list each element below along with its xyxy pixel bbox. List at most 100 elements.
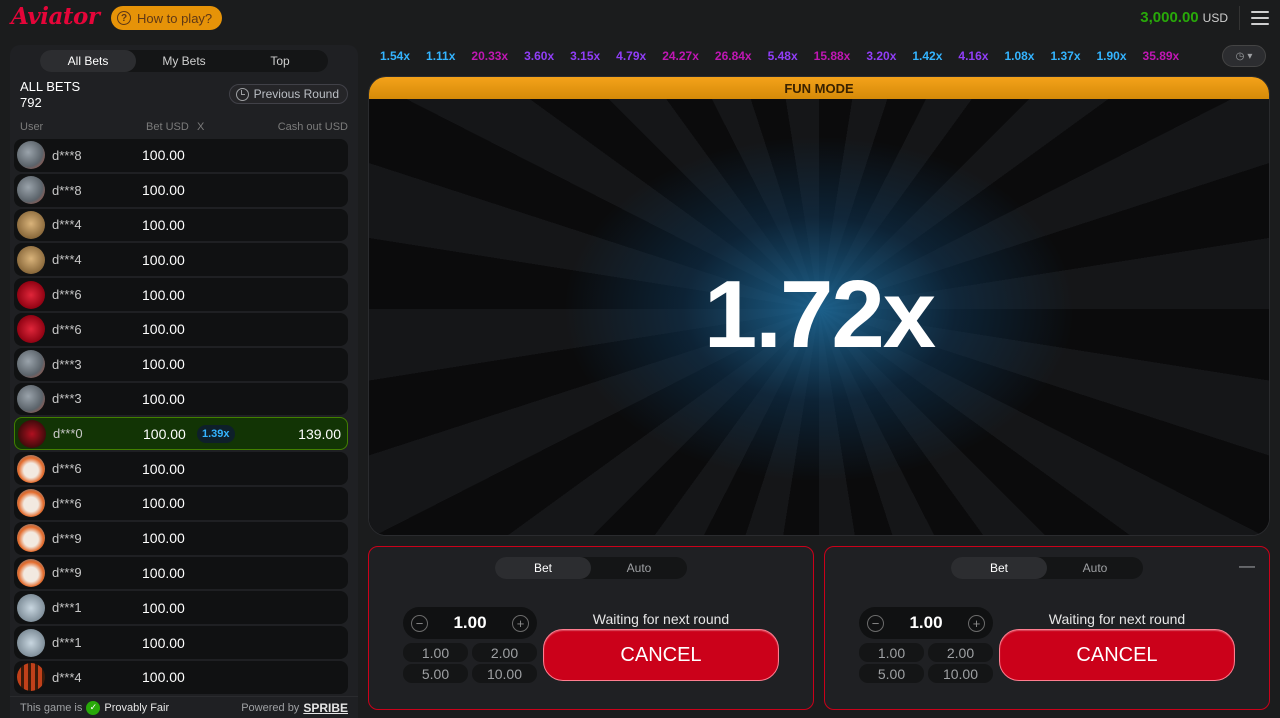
bet-row: d***1 100.00 [14,626,348,659]
bet-row: d***4 100.00 [14,660,348,694]
avatar [17,315,45,344]
quick-amount-button[interactable]: 2.00 [928,643,993,662]
column-user: User [20,121,44,133]
top-header: Aviator ? How to play? 3,000.00 USD [0,0,1280,36]
all-bets-summary: ALL BETS 792 [20,79,80,111]
remove-panel-icon[interactable]: — [1239,558,1255,576]
quick-amount-button[interactable]: 10.00 [472,664,537,683]
bet-amount: 100.00 [142,216,185,233]
how-to-play-button[interactable]: ? How to play? [111,6,223,30]
bet-amount: 100.00 [142,286,185,303]
avatar [17,384,45,413]
plus-icon[interactable]: + [968,614,985,632]
history-multiplier[interactable]: 3.15x [562,49,608,63]
cancel-button[interactable]: CANCEL [999,629,1235,681]
provably-fair-label: Provably Fair [104,701,170,714]
history-multiplier[interactable]: 1.08x [996,49,1042,63]
tab-auto[interactable]: Auto [591,557,687,579]
cancel-button[interactable]: CANCEL [543,629,779,681]
history-multiplier[interactable]: 15.88x [806,49,859,63]
quick-amount-button[interactable]: 2.00 [472,643,537,662]
bet-amount-stepper[interactable]: − 1.00 + [859,607,993,639]
bet-amount-value[interactable]: 1.00 [909,613,942,633]
history-multiplier[interactable]: 3.20x [858,49,904,63]
bet-panel-1: Bet Auto − 1.00 + 1.00 2.00 5.00 10.00 W… [368,546,814,710]
history-multiplier[interactable]: 35.89x [1135,49,1188,63]
quick-amounts: 1.00 2.00 5.00 10.00 [859,643,993,683]
quick-amounts: 1.00 2.00 5.00 10.00 [403,643,537,683]
quick-amount-button[interactable]: 1.00 [403,643,468,662]
bet-user: d***8 [52,182,82,198]
fun-mode-banner: FUN MODE [369,77,1269,99]
history-multiplier[interactable]: 1.42x [904,49,950,63]
history-multiplier[interactable]: 20.33x [463,49,516,63]
bets-tabs: All Bets My Bets Top [40,50,328,72]
avatar [17,454,45,483]
tab-my-bets[interactable]: My Bets [136,50,232,72]
tab-bet[interactable]: Bet [495,557,591,579]
quick-amount-button[interactable]: 5.00 [403,664,468,683]
history-multiplier[interactable]: 4.16x [950,49,996,63]
provably-fair-link[interactable]: This game is ✓ Provably Fair [20,700,170,715]
how-to-play-label: How to play? [137,10,213,26]
bet-user: d***0 [53,426,83,442]
tab-bet[interactable]: Bet [951,557,1047,579]
quick-amount-button[interactable]: 1.00 [859,643,924,662]
avatar [17,489,45,518]
quick-amount-button[interactable]: 10.00 [928,664,993,683]
avatar [18,419,46,448]
previous-round-button[interactable]: Previous Round [228,84,348,104]
column-bet: Bet USD [146,121,189,133]
bet-amount: 100.00 [142,669,185,686]
bet-amount: 100.00 [142,495,185,512]
bet-user: d***1 [52,600,82,616]
bet-user: d***6 [52,461,82,477]
history-multiplier[interactable]: 1.11x [418,49,463,63]
waiting-status: Waiting for next round [592,611,730,627]
bet-user: d***3 [52,356,82,372]
plus-icon[interactable]: + [512,614,529,632]
history-toggle-button[interactable]: ◷ ▾ [1222,45,1266,67]
spribe-logo[interactable]: SPRIBE [303,701,348,715]
all-bets-count: 792 [20,95,42,110]
tab-all-bets[interactable]: All Bets [40,50,136,72]
quick-amount-button[interactable]: 5.00 [859,664,924,683]
bet-user: d***9 [52,530,82,546]
minus-icon[interactable]: − [867,614,884,632]
bet-row: d***4 100.00 [14,243,348,277]
bet-amount: 100.00 [142,564,185,581]
powered-by: Powered by SPRIBE [241,701,348,715]
tab-auto[interactable]: Auto [1047,557,1143,579]
current-multiplier: 1.72x [703,261,936,368]
previous-round-label: Previous Round [253,87,339,101]
chevron-down-icon: ▾ [1247,50,1253,62]
bet-user: d***3 [52,391,82,407]
history-multiplier[interactable]: 24.27x [654,49,707,63]
bet-row: d***6 100.00 [14,452,348,485]
minus-icon[interactable]: − [411,614,428,632]
tab-top[interactable]: Top [232,50,328,72]
bet-amount: 100.00 [142,251,185,268]
avatar [17,141,45,170]
menu-icon[interactable] [1251,11,1269,25]
bet-amount: 100.00 [142,390,185,407]
history-multiplier[interactable]: 1.37x [1042,49,1088,63]
bet-mode-tabs: Bet Auto [951,557,1143,579]
avatar [17,280,45,309]
bet-row: d***6 100.00 [14,278,348,311]
bet-amount-value[interactable]: 1.00 [453,613,486,633]
history-multiplier[interactable]: 26.84x [707,49,760,63]
bet-amount-stepper[interactable]: − 1.00 + [403,607,537,639]
bet-user: d***9 [52,565,82,581]
avatar [17,210,45,239]
history-multiplier[interactable]: 5.48x [760,49,806,63]
history-multiplier[interactable]: 3.60x [516,49,562,63]
history-multiplier[interactable]: 1.54x [372,49,418,63]
game-stage: 1.72x [369,99,1269,535]
bets-list: d***8 100.00 d***8 100.00 d***4 100.00 d***4 10… [14,139,348,696]
avatar [17,524,45,553]
history-multiplier[interactable]: 1.90x [1089,49,1135,63]
history-multiplier[interactable]: 4.79x [608,49,654,63]
aviator-logo[interactable]: Aviator [11,3,100,30]
bet-row: d***1 100.00 [14,591,348,625]
